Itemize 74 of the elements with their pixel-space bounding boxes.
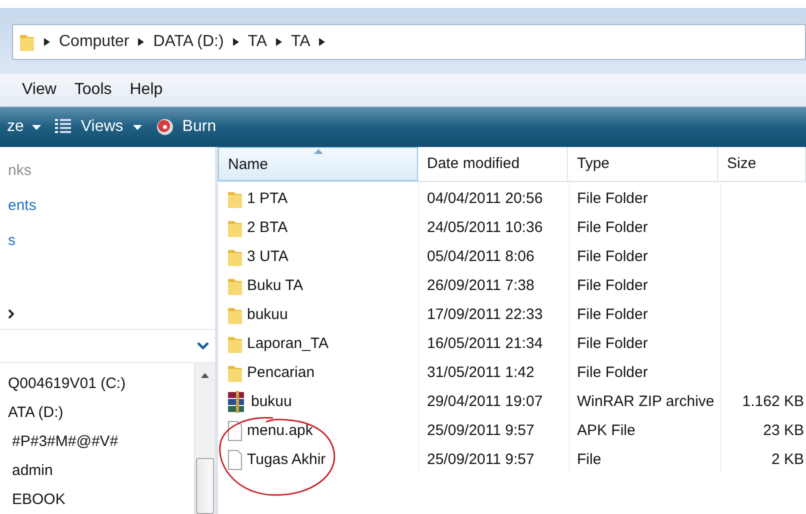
type-cell: File (577, 451, 602, 468)
tree-item[interactable]: #P#3#M#@#V# (12, 433, 118, 450)
type-cell: File Folder (577, 335, 648, 352)
type-cell: File Folder (577, 277, 648, 294)
type-cell: File Folder (577, 190, 648, 207)
tree-item[interactable]: EBOOK (12, 491, 66, 508)
chevron-icon[interactable] (319, 38, 326, 46)
date-cell: 17/09/2011 22:33 (427, 306, 543, 323)
date-cell: 16/05/2011 21:34 (427, 335, 543, 352)
section-heading: nks (8, 161, 32, 181)
tree-item[interactable]: Q004619V01 (C:) (8, 375, 126, 392)
chevron-icon[interactable] (138, 38, 144, 46)
menu-item[interactable]: Tools (74, 81, 112, 99)
breadcrumb[interactable]: DATA (D:) (153, 33, 224, 51)
type-cell: File Folder (577, 306, 648, 323)
file-name[interactable]: bukuu (247, 306, 288, 323)
file-name[interactable]: Buku TA (247, 277, 304, 294)
menu-item[interactable]: Help (130, 81, 163, 99)
file-name[interactable]: 1 PTA (247, 190, 288, 207)
breadcrumb[interactable]: Computer (59, 33, 130, 51)
type-cell: File Folder (577, 248, 648, 265)
breadcrumb[interactable]: TA (291, 33, 310, 51)
chevron-icon[interactable] (276, 38, 282, 46)
chevron-icon[interactable] (232, 38, 239, 46)
date-cell: 25/09/2011 9:57 (427, 422, 534, 439)
file-name[interactable]: 2 BTA (247, 219, 288, 236)
type-cell: File Folder (577, 219, 648, 236)
list-view-icon (54, 118, 71, 136)
column-header[interactable]: Size (718, 147, 806, 181)
tree-item[interactable]: admin (12, 462, 53, 479)
document-icon (227, 420, 243, 440)
folder-icon (19, 32, 35, 52)
date-cell: 29/04/2011 19:07 (427, 393, 543, 410)
archive-icon (227, 390, 247, 412)
column-header[interactable]: Name (218, 147, 418, 181)
caret-icon[interactable] (133, 124, 142, 130)
file-name[interactable]: Pencarian (247, 364, 315, 381)
address-bar[interactable]: Computer DATA (D:) TA TA (12, 24, 806, 60)
caret-icon[interactable] (32, 124, 41, 130)
date-cell: 05/04/2011 8:06 (427, 248, 534, 265)
scrollbar[interactable] (194, 363, 215, 514)
menu-item[interactable]: View (22, 81, 56, 99)
sidebar-link[interactable]: ents (8, 188, 215, 223)
organize-button[interactable]: ze (7, 118, 41, 136)
burn-button[interactable]: Burn (156, 118, 216, 136)
size-cell: 1.162 KB (742, 393, 804, 410)
column-header[interactable]: Type (568, 147, 718, 181)
breadcrumb[interactable]: TA (248, 33, 268, 51)
chevron-icon[interactable] (8, 309, 14, 319)
column-header[interactable]: Date modified (418, 147, 568, 181)
type-cell: File Folder (577, 364, 648, 381)
views-button[interactable]: Views (54, 118, 142, 136)
file-name[interactable]: Laporan_TA (247, 335, 328, 352)
sidebar-link[interactable]: s (8, 223, 215, 258)
file-name[interactable]: 3 UTA (247, 248, 288, 265)
sort-arrow-icon (314, 149, 323, 154)
disc-icon (156, 118, 174, 136)
date-cell: 24/05/2011 10:36 (427, 219, 543, 236)
date-cell: 25/09/2011 9:57 (427, 451, 534, 468)
file-name[interactable]: menu.apk (247, 422, 313, 439)
tree-item[interactable]: ATA (D:) (8, 404, 64, 421)
type-cell: APK File (577, 422, 636, 439)
file-name[interactable]: bukuu (251, 393, 292, 410)
date-cell: 04/04/2011 20:56 (427, 190, 543, 207)
date-cell: 26/09/2011 7:38 (427, 277, 534, 294)
scroll-up-icon[interactable] (201, 373, 209, 378)
size-cell: 23 KB (763, 422, 804, 439)
chevron-down-icon[interactable] (197, 342, 209, 350)
size-cell: 2 KB (771, 451, 804, 468)
type-cell: WinRAR ZIP archive (577, 393, 714, 410)
file-name[interactable]: Tugas Akhir (247, 451, 326, 468)
document-icon (227, 450, 243, 470)
chevron-icon[interactable] (44, 38, 50, 46)
date-cell: 31/05/2011 1:42 (427, 364, 534, 381)
